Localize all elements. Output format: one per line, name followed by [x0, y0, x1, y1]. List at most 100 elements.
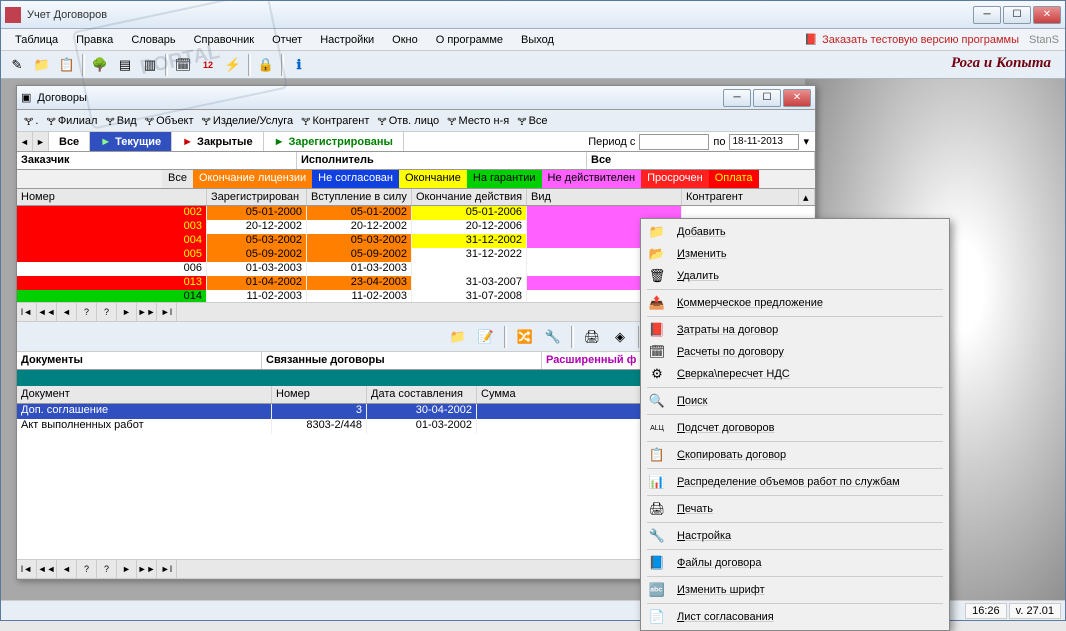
- col-type[interactable]: Вид: [527, 189, 682, 205]
- ctx-Настройка[interactable]: 🔧Настройка: [643, 525, 947, 547]
- snav-prev[interactable]: ◄: [57, 560, 77, 578]
- mt-eraser-icon[interactable]: ◈: [608, 325, 632, 349]
- tb-folder-icon[interactable]: 📁: [30, 53, 54, 77]
- minimize-button[interactable]: ─: [973, 6, 1001, 24]
- tb-lock-icon[interactable]: 🔒: [254, 53, 278, 77]
- subtab-linked[interactable]: Связанные договоры: [262, 352, 542, 369]
- menu-reference[interactable]: Справочник: [186, 32, 263, 48]
- nav-first[interactable]: I◄: [17, 303, 37, 321]
- doc-minimize-button[interactable]: ─: [723, 89, 751, 107]
- close-button[interactable]: ✕: [1033, 6, 1061, 24]
- nav-next-page[interactable]: ►►: [137, 303, 157, 321]
- snav-last[interactable]: ►I: [157, 560, 177, 578]
- menu-about[interactable]: О программе: [428, 32, 511, 48]
- ctx-Расчеты по договору[interactable]: 🗓Расчеты по договору: [643, 341, 947, 363]
- snav-q2[interactable]: ?: [97, 560, 117, 578]
- tab-next[interactable]: ►: [33, 132, 49, 151]
- status-Просрочен[interactable]: Просрочен: [641, 170, 709, 188]
- filter-dot[interactable]: 🝖.: [21, 110, 41, 131]
- ctx-Изменить шрифт[interactable]: 🔤Изменить шрифт: [643, 579, 947, 601]
- menu-report[interactable]: Отчет: [264, 32, 310, 48]
- ctx-Сверка\пересчет НДС[interactable]: ⚙Сверка\пересчет НДС: [643, 363, 947, 385]
- ctx-Коммерческое предложение[interactable]: 📤Коммерческое предложение: [643, 292, 947, 314]
- menu-settings[interactable]: Настройки: [312, 32, 382, 48]
- status-На гарантии[interactable]: На гарантии: [467, 170, 542, 188]
- order-trial-link[interactable]: 📕 Заказать тестовую версию программы: [804, 33, 1019, 46]
- tb-flash-icon[interactable]: ⚡: [221, 53, 245, 77]
- status-Не действителен[interactable]: Не действителен: [542, 170, 642, 188]
- tab-prev[interactable]: ◄: [17, 132, 33, 151]
- snav-first[interactable]: I◄: [17, 560, 37, 578]
- col-number[interactable]: Номер: [17, 189, 207, 205]
- filter-object[interactable]: 🝖Объект: [142, 110, 197, 131]
- nav-prev-page[interactable]: ◄◄: [37, 303, 57, 321]
- snav-next-page[interactable]: ►►: [137, 560, 157, 578]
- subtab-docs[interactable]: Документы: [17, 352, 262, 369]
- tab-registered[interactable]: ►Зарегистрированы: [264, 132, 404, 151]
- nav-q1[interactable]: ?: [77, 303, 97, 321]
- mt-print-icon[interactable]: 🖨: [580, 325, 604, 349]
- col-contractor[interactable]: Контрагент: [682, 189, 799, 205]
- col-registered[interactable]: Зарегистрирован: [207, 189, 307, 205]
- status-Оплата[interactable]: Оплата: [709, 170, 759, 188]
- snav-prev-page[interactable]: ◄◄: [37, 560, 57, 578]
- filter-type[interactable]: 🝖Вид: [102, 110, 139, 131]
- col-scroll-up[interactable]: ▴: [799, 189, 815, 205]
- filter-product[interactable]: 🝖Изделие/Услуга: [199, 110, 297, 131]
- ctx-Затраты на договор[interactable]: 📕Затраты на договор: [643, 319, 947, 341]
- maximize-button[interactable]: ☐: [1003, 6, 1031, 24]
- tb-info-icon[interactable]: ℹ: [287, 53, 311, 77]
- period-to-input[interactable]: [729, 134, 799, 150]
- filter-location[interactable]: 🝖Место н-я: [444, 110, 512, 131]
- ctx-Удалить[interactable]: 🗑Удалить: [643, 265, 947, 287]
- ctx-Скопировать договор[interactable]: 📋Скопировать договор: [643, 444, 947, 466]
- nav-last[interactable]: ►I: [157, 303, 177, 321]
- scol-doc[interactable]: Документ: [17, 386, 272, 403]
- tab-current[interactable]: ►Текущие: [90, 132, 172, 151]
- status-Окончание лицензии[interactable]: Окончание лицензии: [193, 170, 312, 188]
- tab-closed[interactable]: ►Закрытые: [172, 132, 263, 151]
- menu-window[interactable]: Окно: [384, 32, 426, 48]
- tb-report-icon[interactable]: 📋: [55, 53, 79, 77]
- ctx-Подсчет договоров[interactable]: ALЦПодсчет договоров: [643, 417, 947, 439]
- ctx-Поиск[interactable]: 🔍Поиск: [643, 390, 947, 412]
- ctx-Изменить[interactable]: 📂Изменить: [643, 243, 947, 265]
- mt-folder-icon[interactable]: 📁: [446, 325, 470, 349]
- filter-contractor[interactable]: 🝖Контрагент: [298, 110, 372, 131]
- filter-all[interactable]: 🝖Все: [514, 110, 550, 131]
- menu-edit[interactable]: Правка: [68, 32, 121, 48]
- mt-form-icon[interactable]: 📝: [474, 325, 498, 349]
- status-Окончание[interactable]: Окончание: [399, 170, 467, 188]
- tb-date-icon[interactable]: 12: [196, 53, 220, 77]
- ctx-Файлы договора[interactable]: 📘Файлы договора: [643, 552, 947, 574]
- context-menu[interactable]: 📁Добавить📂Изменить🗑Удалить 📤Коммерческое …: [640, 218, 950, 631]
- menu-table[interactable]: Таблица: [7, 32, 66, 48]
- filter-branch[interactable]: 🝖Филиал: [43, 110, 100, 131]
- mt-tree-icon[interactable]: 🔀: [513, 325, 537, 349]
- ctx-Распределение объемов работ по службам[interactable]: 📊Распределение объемов работ по службам: [643, 471, 947, 493]
- col-start[interactable]: Вступление в силу: [307, 189, 412, 205]
- tb-list-icon[interactable]: ▤: [113, 53, 137, 77]
- status-Не согласован[interactable]: Не согласован: [312, 170, 399, 188]
- period-from-input[interactable]: [639, 134, 709, 150]
- snav-next[interactable]: ►: [117, 560, 137, 578]
- snav-q1[interactable]: ?: [77, 560, 97, 578]
- menu-exit[interactable]: Выход: [513, 32, 562, 48]
- ctx-Добавить[interactable]: 📁Добавить: [643, 221, 947, 243]
- col-end[interactable]: Окончание действия: [412, 189, 527, 205]
- scol-num[interactable]: Номер: [272, 386, 367, 403]
- tb-list2-icon[interactable]: ▥: [138, 53, 162, 77]
- nav-prev[interactable]: ◄: [57, 303, 77, 321]
- tb-calc-icon[interactable]: 🗓: [171, 53, 195, 77]
- scol-date[interactable]: Дата составления: [367, 386, 477, 403]
- status-Все[interactable]: Все: [162, 170, 193, 188]
- ctx-Лист согласования[interactable]: 📄Лист согласования: [643, 606, 947, 628]
- nav-q2[interactable]: ?: [97, 303, 117, 321]
- mt-cfg-icon[interactable]: 🔧: [541, 325, 565, 349]
- filter-responsible[interactable]: 🝖Отв. лицо: [374, 110, 442, 131]
- tb-wand-icon[interactable]: ✎: [5, 53, 29, 77]
- menu-dictionary[interactable]: Словарь: [123, 32, 183, 48]
- nav-next[interactable]: ►: [117, 303, 137, 321]
- ctx-Печать[interactable]: 🖨Печать: [643, 498, 947, 520]
- tab-all[interactable]: Все: [49, 132, 90, 151]
